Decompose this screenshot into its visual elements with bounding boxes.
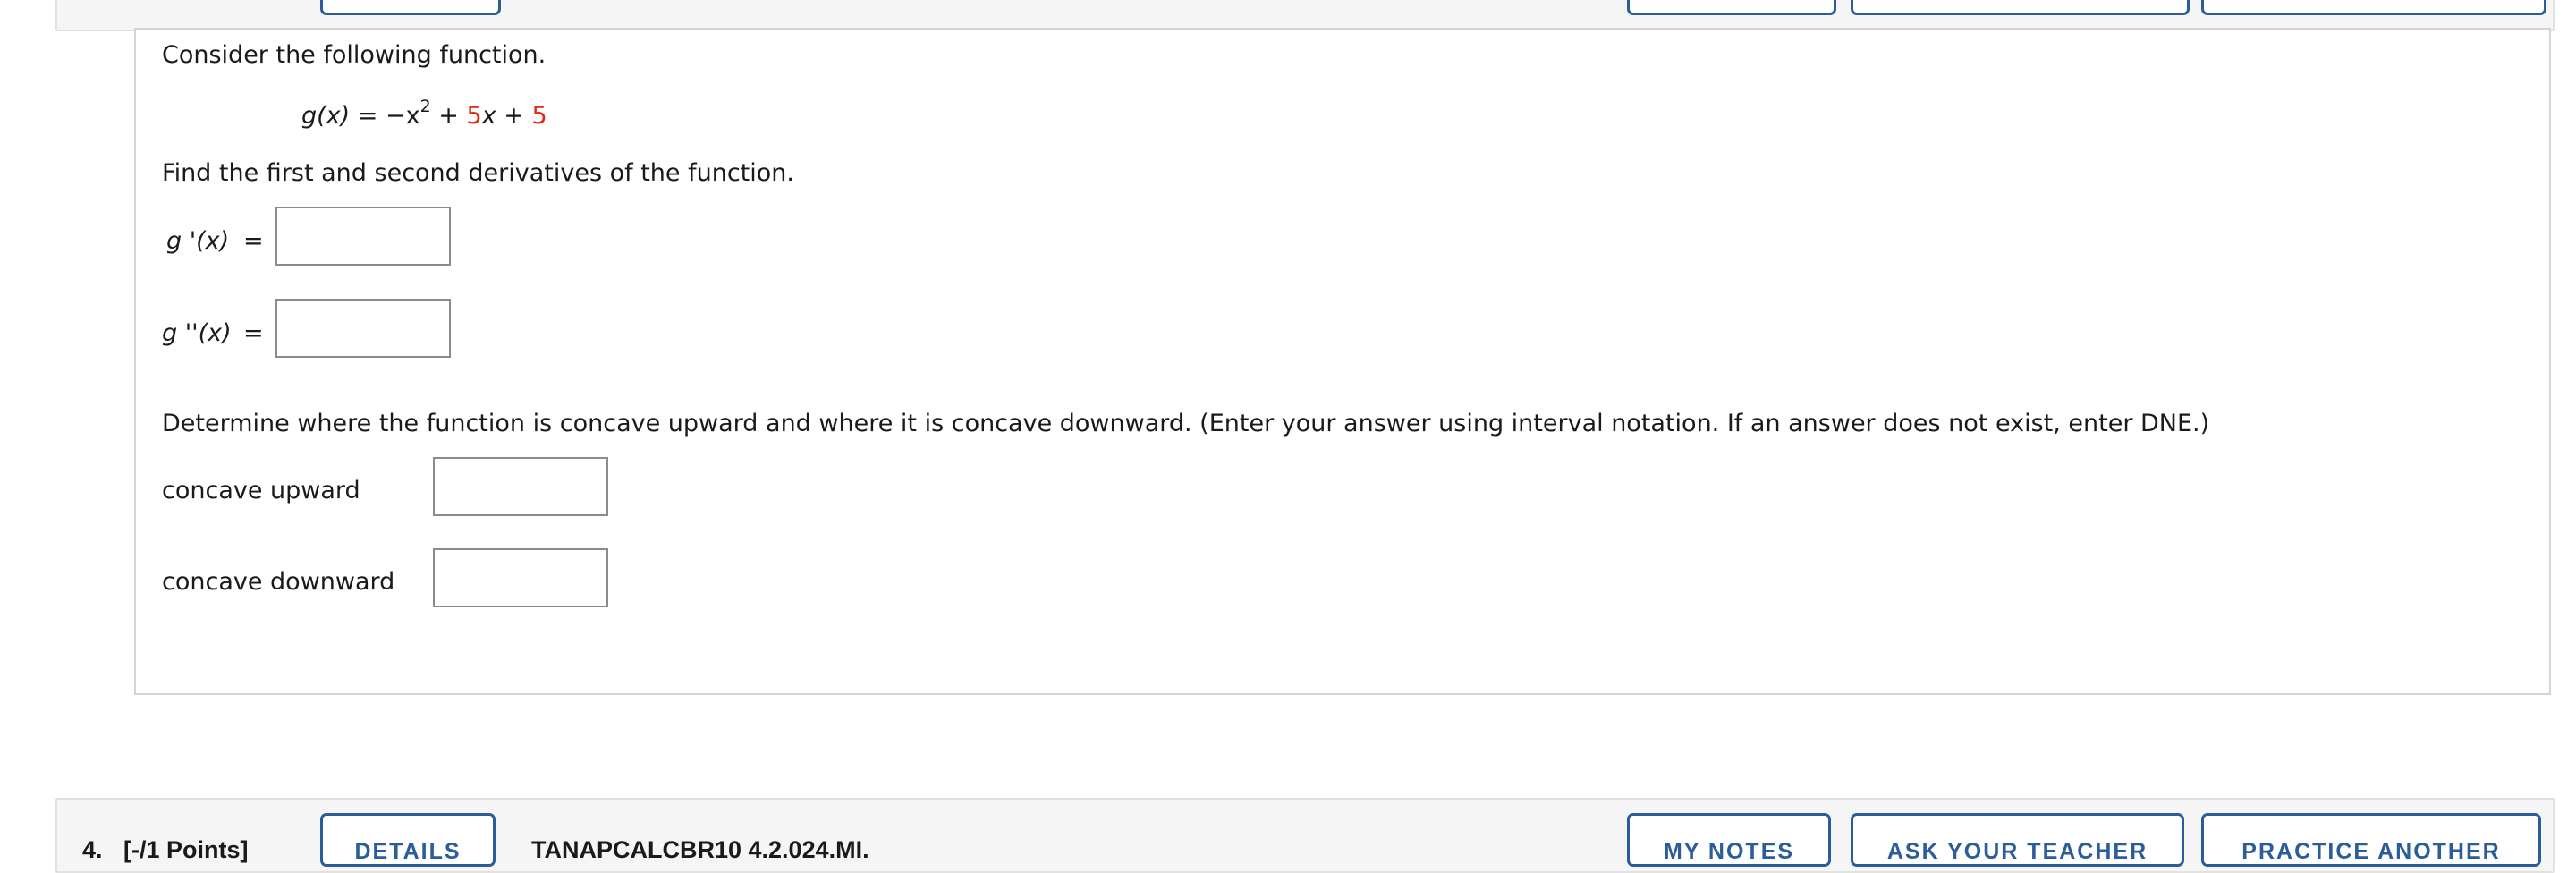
- concave-upward-label: concave upward: [162, 477, 360, 504]
- function-neg-term: −x: [386, 102, 420, 130]
- my-notes-button-top[interactable]: [1627, 0, 1836, 15]
- ask-teacher-button-top[interactable]: [1851, 0, 2190, 15]
- concave-downward-input[interactable]: [433, 548, 608, 607]
- ask-teacher-button-label: ASK YOUR TEACHER: [1886, 839, 2148, 864]
- function-exponent: 2: [419, 97, 431, 116]
- function-formula: g(x) = −x2 + 5x + 5: [301, 98, 547, 130]
- next-question-number: 4.: [82, 836, 103, 863]
- details-button-label: DETAILS: [354, 839, 462, 864]
- function-x: x: [481, 102, 496, 130]
- derivatives-prompt: Find the first and second derivatives of…: [162, 159, 794, 187]
- details-button-top[interactable]: [320, 0, 501, 15]
- practice-another-button-top[interactable]: [2201, 0, 2546, 15]
- second-derivative-eq: =: [243, 319, 264, 347]
- next-question-points: [-/1 Points]: [123, 836, 249, 863]
- my-notes-button-label: MY NOTES: [1663, 839, 1795, 864]
- function-eq: =: [357, 102, 378, 130]
- my-notes-button[interactable]: MY NOTES: [1627, 813, 1831, 867]
- first-derivative-label: g '(x): [166, 227, 230, 255]
- function-coefficient: 5: [466, 102, 482, 130]
- problem-id: TANAPCALCBR10 4.2.024.MI.: [531, 836, 869, 863]
- concave-upward-input[interactable]: [433, 457, 608, 516]
- details-button[interactable]: DETAILS: [320, 813, 496, 867]
- function-lhs: g(x): [301, 102, 351, 130]
- second-derivative-label: g ''(x): [162, 319, 232, 347]
- ask-teacher-button[interactable]: ASK YOUR TEACHER: [1851, 813, 2184, 867]
- function-constant: 5: [531, 102, 547, 130]
- first-derivative-eq: =: [243, 227, 264, 255]
- practice-another-button-label: PRACTICE ANOTHER: [2241, 839, 2501, 864]
- function-plus-1: +: [438, 102, 459, 130]
- concavity-prompt: Determine where the function is concave …: [162, 410, 2210, 437]
- second-derivative-input[interactable]: [275, 299, 451, 358]
- concave-downward-label: concave downward: [162, 568, 395, 596]
- function-plus-2: +: [504, 102, 524, 130]
- practice-another-button[interactable]: PRACTICE ANOTHER: [2201, 813, 2541, 867]
- first-derivative-input[interactable]: [275, 207, 451, 266]
- intro-text: Consider the following function.: [162, 41, 547, 69]
